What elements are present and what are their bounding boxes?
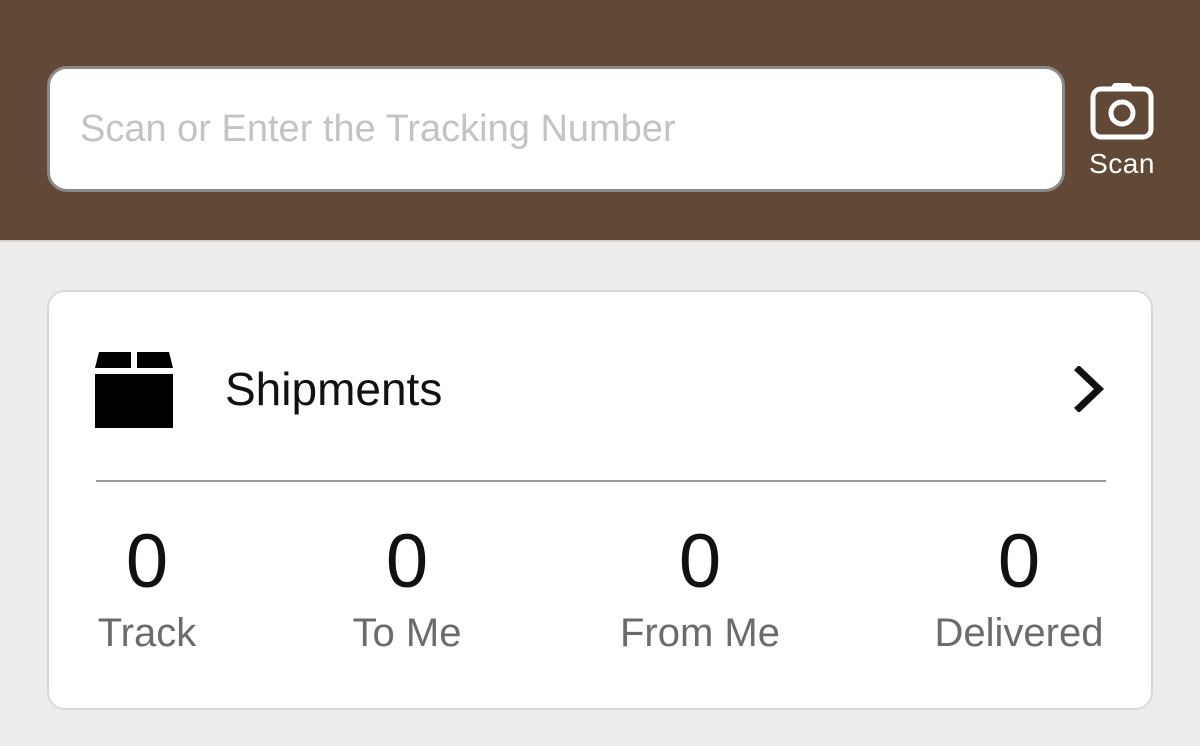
- stat-delivered[interactable]: 0 Delivered: [909, 516, 1129, 656]
- stat-to-me[interactable]: 0 To Me: [297, 516, 517, 656]
- stat-label: Delivered: [934, 611, 1104, 655]
- stat-count: 0: [385, 519, 429, 604]
- stat-from-me[interactable]: 0 From Me: [590, 516, 810, 656]
- header-divider: [0, 240, 1200, 242]
- box-icon: [95, 352, 173, 428]
- stat-label: Track: [97, 611, 197, 655]
- shipments-title: Shipments: [225, 363, 443, 415]
- app-header: Scan: [0, 0, 1200, 240]
- stat-count: 0: [678, 519, 722, 604]
- stat-count: 0: [997, 519, 1041, 604]
- stat-track[interactable]: 0 Track: [37, 516, 257, 656]
- card-divider: [96, 480, 1106, 482]
- stat-label: To Me: [352, 611, 462, 655]
- scan-button[interactable]: Scan: [1082, 82, 1162, 192]
- stat-count: 0: [125, 519, 169, 604]
- shipments-row[interactable]: Shipments: [49, 292, 1151, 480]
- tracking-number-input[interactable]: [50, 69, 1062, 189]
- shipments-card: Shipments 0 Track 0 To Me 0 From Me 0 De…: [47, 290, 1153, 710]
- chevron-right-icon[interactable]: [1069, 366, 1109, 412]
- camera-icon: [1090, 83, 1154, 140]
- scan-label: Scan: [1089, 148, 1155, 179]
- tracking-search-box[interactable]: [47, 66, 1065, 192]
- stat-label: From Me: [620, 611, 780, 655]
